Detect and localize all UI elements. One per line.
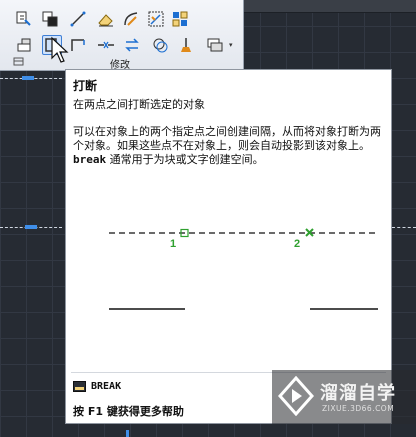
command-keyword: break bbox=[73, 153, 107, 166]
modify-ribbon-panel: ▾ 修改 bbox=[0, 0, 244, 71]
multi-array-icon[interactable] bbox=[170, 9, 190, 29]
copy-properties-icon[interactable] bbox=[14, 9, 34, 29]
erase-icon[interactable] bbox=[96, 9, 116, 29]
tooltip-title: 打断 bbox=[73, 79, 98, 93]
tooltip-description: 可以在对象上的两个指定点之间创建间隔，从而将对象打断为两 个对象。如果这些点不在… bbox=[73, 125, 385, 167]
brush-icon[interactable] bbox=[176, 35, 196, 55]
title-strip bbox=[243, 0, 416, 13]
scale-icon[interactable] bbox=[146, 9, 166, 29]
group-icon[interactable] bbox=[205, 35, 225, 55]
stretch-icon[interactable] bbox=[14, 35, 34, 55]
tooltip-subtitle: 在两点之间打断选定的对象 bbox=[73, 98, 205, 111]
line-icon[interactable] bbox=[68, 9, 88, 29]
corner-icon[interactable] bbox=[68, 35, 88, 55]
join-icon[interactable] bbox=[96, 35, 116, 55]
command-line-icon bbox=[73, 381, 86, 392]
mirror-icon[interactable] bbox=[122, 35, 142, 55]
pin-icon[interactable] bbox=[13, 57, 24, 66]
grip-marker[interactable] bbox=[22, 76, 34, 80]
watermark: 溜溜自学 ZIXUE.3D66.COM bbox=[272, 370, 416, 424]
array-icon[interactable] bbox=[40, 9, 60, 29]
fillet-curve-icon[interactable] bbox=[121, 9, 141, 29]
point-1-label: 1 bbox=[170, 238, 176, 250]
chevron-down-icon[interactable]: ▾ bbox=[229, 36, 237, 54]
dashed-selection-line bbox=[392, 227, 416, 228]
break-icon[interactable] bbox=[42, 35, 62, 55]
description-line: 个对象。如果这些点不在对象上，则会自动投影到该对象上。 bbox=[73, 139, 370, 152]
grip-marker[interactable] bbox=[25, 225, 37, 229]
command-name: BREAK bbox=[91, 381, 122, 392]
watermark-url: ZIXUE.3D66.COM bbox=[322, 404, 395, 413]
break-illustration: 1 2 bbox=[109, 228, 378, 310]
description-line: break 通常用于为块或文字创建空间。 bbox=[73, 153, 385, 167]
help-hint: 按 F1 键获得更多帮助 bbox=[73, 405, 184, 418]
watermark-logo-icon bbox=[277, 376, 315, 416]
point-2-label: 2 bbox=[294, 238, 300, 250]
watermark-title: 溜溜自学 bbox=[320, 383, 396, 404]
offset-icon[interactable] bbox=[150, 35, 170, 55]
description-line: 可以在对象上的两个指定点之间创建间隔，从而将对象打断为两 bbox=[73, 125, 381, 138]
grip-marker[interactable] bbox=[126, 430, 129, 437]
description-text: 通常用于为块或文字创建空间。 bbox=[106, 153, 264, 166]
